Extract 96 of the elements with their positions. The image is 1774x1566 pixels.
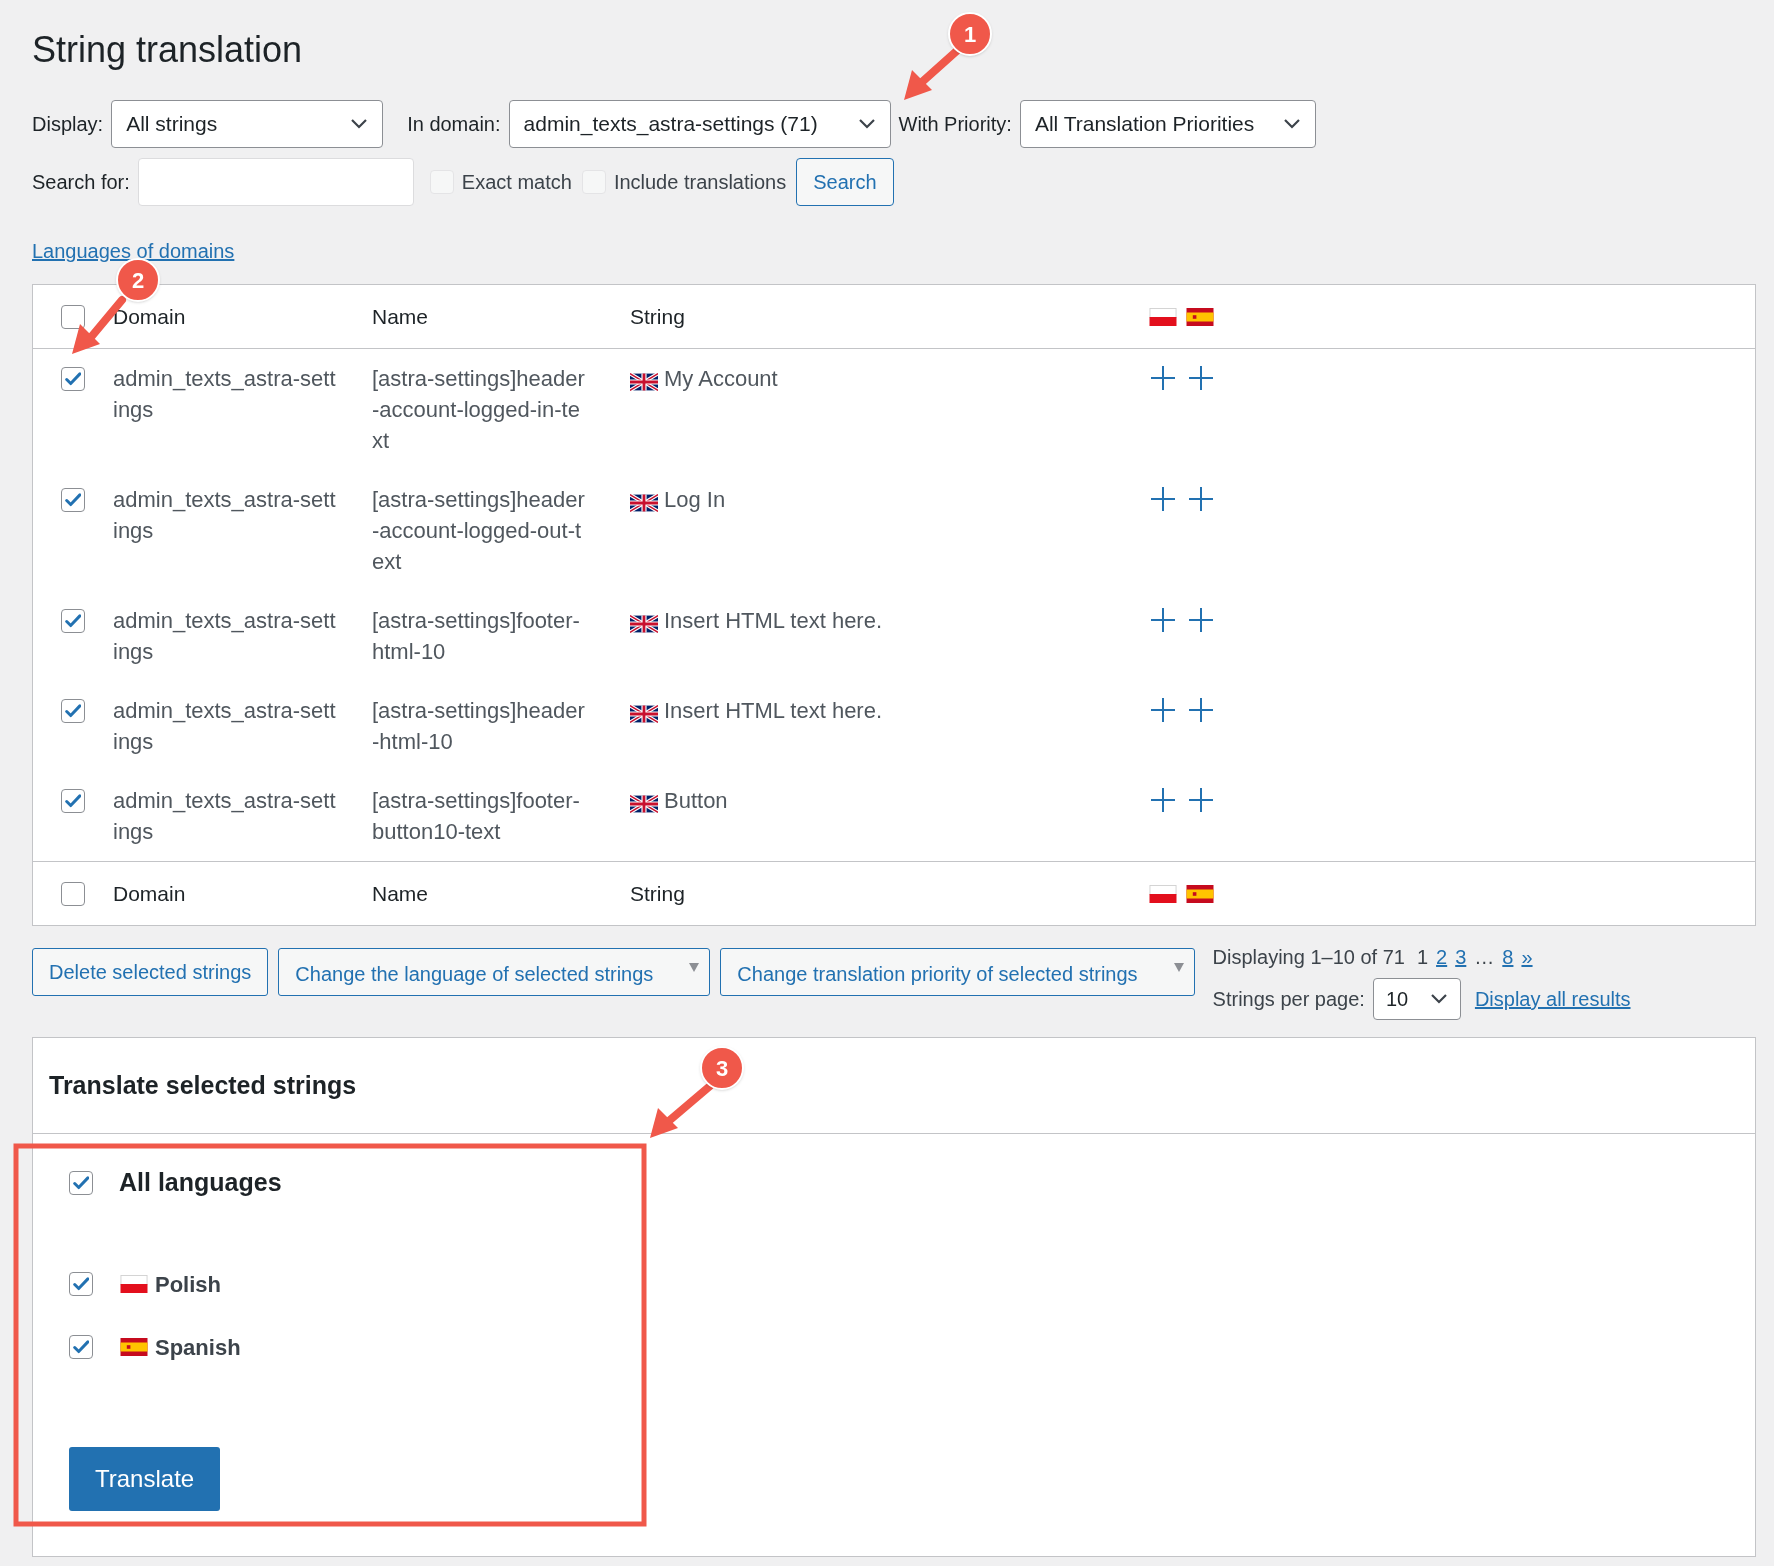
filter-label: Display:: [32, 112, 104, 137]
checkmark-icon: [65, 794, 81, 808]
add-translation-icon[interactable]: [1187, 606, 1215, 634]
arrow: [650, 1082, 714, 1138]
column-header: Name: [372, 881, 429, 905]
display-all-link[interactable]: Display all results: [1474, 984, 1631, 1014]
column-header: Name: [372, 304, 429, 328]
checkbox[interactable]: [69, 1335, 93, 1359]
name-cell-text: [astra-settings]header-html-10: [372, 697, 586, 756]
add-translation-icon[interactable]: [1187, 364, 1215, 392]
poland-flag-icon: [1149, 307, 1177, 326]
filter-select[interactable]: All Translation Priorities: [1019, 100, 1316, 148]
filter-label: With Priority:: [898, 112, 1012, 137]
search-field[interactable]: [137, 158, 414, 206]
string-cell-text: Insert HTML text here.: [664, 697, 883, 725]
bulk-action-dropdown[interactable]: Change translation priority of selected strings: [720, 948, 1195, 996]
page-link[interactable]: 3: [1455, 942, 1467, 972]
domain-cell-text: admin_texts_astra-settings: [113, 607, 337, 666]
bulk-action-dropdown[interactable]: Change the language of selected strings: [278, 948, 711, 996]
chevron-down-icon: [1429, 993, 1448, 1005]
checkbox-label: Exact match: [461, 170, 572, 195]
add-translation-icon[interactable]: [1187, 696, 1215, 724]
spain-flag-icon: [1186, 307, 1214, 326]
string-cell-text: Log In: [664, 486, 726, 514]
pagination-ellipsis: …: [1474, 945, 1495, 970]
pagination-summary: Displaying 1–10 of 71: [1212, 945, 1405, 970]
column-header: String: [630, 881, 685, 905]
add-translation-icon[interactable]: [1187, 485, 1215, 513]
current-page-number: 1: [1416, 945, 1429, 970]
string-cell-text: Button: [664, 787, 728, 815]
domain-cell-text: admin_texts_astra-settings: [113, 365, 337, 424]
checkmark-icon: [65, 614, 81, 628]
checkbox[interactable]: [61, 367, 85, 391]
filter-select[interactable]: All strings: [111, 100, 384, 148]
uk-flag-icon: [630, 615, 658, 633]
page-link[interactable]: 8: [1502, 942, 1514, 972]
column-header: Domain: [113, 304, 186, 328]
translate-button[interactable]: Translate: [69, 1446, 221, 1511]
checkbox[interactable]: [61, 881, 85, 906]
chevron-down-icon: [857, 118, 876, 130]
chevron-down-icon: [350, 118, 369, 130]
language-label: Polish: [155, 1270, 221, 1299]
string-cell-text: Insert HTML text here.: [664, 607, 883, 635]
name-cell-text: [astra-settings]header-account-logged-out-text: [372, 486, 586, 576]
search-button[interactable]: Search: [796, 158, 894, 206]
delete-button[interactable]: Delete selected strings: [32, 948, 269, 996]
checkmark-icon: [65, 704, 81, 718]
checkbox[interactable]: [61, 699, 85, 723]
checkbox[interactable]: [61, 789, 85, 813]
filter-select[interactable]: admin_texts_astra-settings (71): [508, 100, 891, 148]
per-page-label: Strings per page:: [1212, 987, 1365, 1012]
spain-flag-icon: [1186, 884, 1214, 903]
chevron-down-icon: [1282, 118, 1301, 130]
domain-cell-text: admin_texts_astra-settings: [113, 486, 337, 545]
uk-flag-icon: [630, 373, 658, 391]
checkbox[interactable]: [61, 609, 85, 633]
language-label: Spanish: [155, 1333, 241, 1362]
add-translation-icon[interactable]: [1149, 364, 1177, 392]
name-cell-text: [astra-settings]footer-button10-text: [372, 787, 581, 846]
checkbox[interactable]: [69, 1272, 93, 1296]
checkmark-icon: [73, 1175, 89, 1190]
checkmark-icon: [65, 493, 81, 507]
callout-badge: 1: [948, 12, 992, 56]
checkbox[interactable]: [61, 488, 85, 512]
filter-label: In domain:: [407, 112, 501, 137]
page-link[interactable]: 2: [1436, 942, 1448, 972]
string-cell-text: My Account: [664, 365, 778, 393]
add-translation-icon[interactable]: [1149, 786, 1177, 814]
page-title: String translation: [32, 30, 303, 70]
uk-flag-icon: [630, 494, 658, 512]
checkmark-icon: [73, 1340, 89, 1354]
checkmark-icon: [73, 1277, 89, 1291]
panel-title: Translate selected strings: [49, 1069, 357, 1101]
add-translation-icon[interactable]: [1149, 485, 1177, 513]
add-translation-icon[interactable]: [1149, 606, 1177, 634]
domain-cell-text: admin_texts_astra-settings: [113, 787, 337, 846]
domain-cell-text: admin_texts_astra-settings: [113, 697, 337, 756]
checkbox[interactable]: [61, 304, 85, 329]
add-translation-icon[interactable]: [1187, 786, 1215, 814]
uk-flag-icon: [630, 795, 658, 813]
page-link[interactable]: »: [1521, 942, 1533, 972]
name-cell-text: [astra-settings]header-account-logged-in-text: [372, 365, 586, 455]
checkmark-icon: [65, 372, 81, 386]
checkbox[interactable]: [69, 1170, 93, 1195]
checkbox-label: All languages: [119, 1167, 282, 1198]
poland-flag-icon: [1149, 884, 1177, 903]
add-translation-icon[interactable]: [1149, 696, 1177, 724]
checkbox-label: Include translations: [613, 170, 787, 195]
search-label: Search for:: [32, 170, 130, 195]
column-header: Domain: [113, 881, 186, 905]
spain-flag-icon: [119, 1338, 149, 1356]
column-header: String: [630, 304, 685, 328]
uk-flag-icon: [630, 705, 658, 723]
name-cell-text: [astra-settings]footer-html-10: [372, 607, 581, 666]
poland-flag-icon: [119, 1275, 149, 1293]
per-page-select[interactable]: 10: [1372, 978, 1461, 1020]
